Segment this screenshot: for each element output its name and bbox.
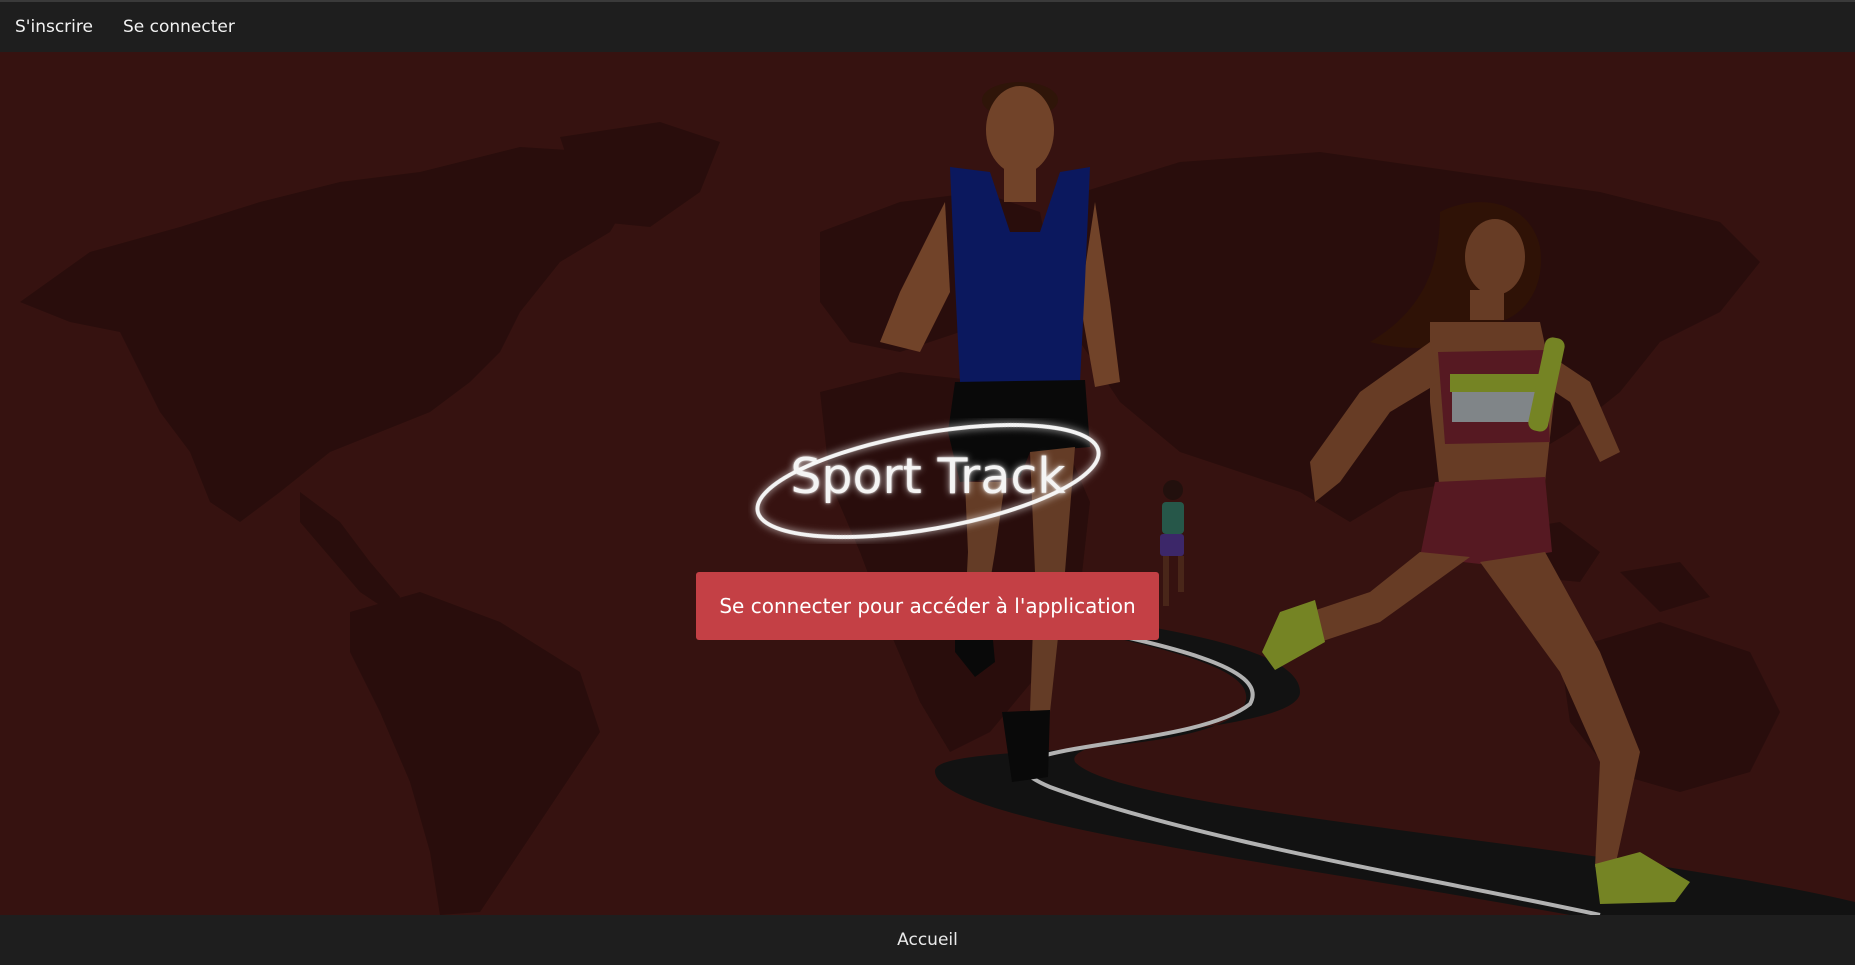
login-cta-button[interactable]: Se connecter pour accéder à l'applicatio… — [696, 572, 1159, 640]
footer: Accueil — [0, 915, 1855, 965]
login-link[interactable]: Se connecter — [123, 17, 235, 37]
register-link[interactable]: S'inscrire — [15, 17, 93, 37]
app-title: Sport Track — [790, 448, 1066, 505]
top-navbar: S'inscrire Se connecter — [0, 0, 1855, 52]
app-logo: Sport Track — [748, 418, 1108, 544]
home-link[interactable]: Accueil — [897, 930, 958, 950]
hero-banner: Sport Track Se connecter pour accéder à … — [0, 52, 1855, 915]
